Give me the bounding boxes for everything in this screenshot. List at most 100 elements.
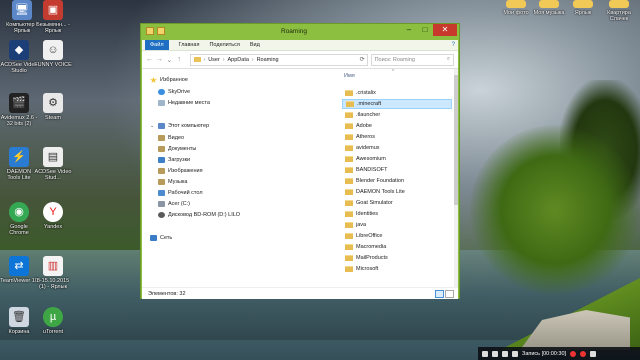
desktop-icon-apartment[interactable]: Квартира Слачек: [600, 0, 638, 22]
back-button[interactable]: ←: [146, 56, 153, 63]
settings-icon[interactable]: [512, 350, 518, 357]
record-button-icon[interactable]: [580, 350, 587, 357]
file-item[interactable]: Macromedia: [342, 242, 452, 252]
folder-icon: [345, 123, 353, 129]
minimize-button[interactable]: –: [401, 24, 417, 36]
file-item[interactable]: DAEMON Tools Lite: [342, 187, 452, 197]
file-item[interactable]: MailProducts: [342, 253, 452, 263]
quick-access-toolbar[interactable]: [146, 27, 165, 35]
camera-icon[interactable]: [590, 350, 597, 357]
file-item[interactable]: Blender Foundation: [342, 176, 452, 186]
file-item[interactable]: .cristalix: [342, 88, 452, 98]
desktop-icon-recycle-bin[interactable]: 🗑 Корзина: [0, 307, 38, 335]
pause-icon[interactable]: [492, 350, 498, 357]
file-item-label: Identities: [356, 211, 379, 217]
file-item[interactable]: Awesomium: [342, 154, 452, 164]
desktop-icon-acdsee-2[interactable]: ▤ ACDSee Video Stud...: [34, 147, 72, 181]
nav-item-drive-d[interactable]: Дисковод BD-ROM (D:) LILO: [158, 212, 240, 218]
optical-drive-icon: [158, 212, 165, 218]
nav-item-video[interactable]: Видео: [158, 135, 184, 141]
breadcrumb-roaming[interactable]: Roaming: [257, 57, 279, 63]
desktop-icon-utorrent[interactable]: µ uTorrent: [34, 307, 72, 335]
desktop-icon-funny-voice[interactable]: ☺ FUNNY VOICE: [34, 40, 72, 68]
details-view-icon[interactable]: [435, 289, 444, 298]
wallpaper-rock: [520, 310, 630, 350]
nav-network[interactable]: Сеть: [150, 235, 172, 241]
record-indicator-icon: [570, 350, 577, 357]
chevron-down-icon[interactable]: ⌄: [150, 123, 155, 129]
file-item-selected[interactable]: .minecraft: [342, 99, 452, 109]
file-item[interactable]: Adobe: [342, 121, 452, 131]
desktop-icon-document[interactable]: ▥ 8-15.10.2015 (1) - Ярлык: [34, 256, 72, 290]
window-controls[interactable]: – □ ✕: [401, 24, 457, 36]
forward-button[interactable]: →: [156, 56, 163, 63]
desktop-icon-acdsee[interactable]: ◆ ACDSee Video Studio: [0, 40, 38, 74]
file-item[interactable]: BANDISOFT: [342, 165, 452, 175]
desktop-icon-shortcut-right[interactable]: Ярлык: [564, 0, 602, 16]
stop-icon[interactable]: [502, 350, 508, 357]
vertical-scrollbar[interactable]: [454, 69, 458, 287]
help-icon[interactable]: ?: [452, 42, 455, 48]
file-item[interactable]: Identities: [342, 209, 452, 219]
nav-this-pc[interactable]: ⌄ Этот компьютер: [150, 123, 209, 129]
tab-view[interactable]: Вид: [250, 42, 260, 48]
folder-icon: [345, 167, 353, 173]
large-icons-view-icon[interactable]: [445, 289, 454, 298]
play-icon[interactable]: [482, 350, 488, 357]
wallpaper-grass: [500, 278, 640, 350]
desktop-icon-avidemux[interactable]: 🎬 Avidemux 2.6 - 32 bits (2): [0, 93, 38, 127]
nav-item-documents[interactable]: Документы: [158, 146, 196, 152]
nav-favorites[interactable]: Избранное: [150, 77, 188, 83]
tab-file[interactable]: Файл: [145, 40, 169, 50]
column-header-name[interactable]: Имя: [344, 73, 355, 79]
red-folder-icon: ▣: [43, 0, 63, 20]
explorer-window[interactable]: Roaming – □ ✕ Файл Главная Поделиться Ви…: [140, 23, 460, 299]
breadcrumb-user[interactable]: User: [208, 57, 220, 63]
desktop-icon-yandex[interactable]: Y Yandex: [34, 202, 72, 230]
file-item[interactable]: Atheros: [342, 132, 452, 142]
view-buttons[interactable]: [435, 289, 454, 298]
desktop-icon-teamviewer[interactable]: ⇄ TeamViewer 10: [0, 256, 38, 284]
tab-share[interactable]: Поделиться: [209, 42, 239, 48]
nav-item-pictures[interactable]: Изображения: [158, 168, 203, 174]
file-item-label: Blender Foundation: [356, 178, 405, 184]
scrollbar-thumb[interactable]: [454, 75, 458, 205]
nav-item-label: Недавние места: [168, 100, 210, 106]
nav-item-recent-places[interactable]: Недавние места: [158, 100, 210, 106]
ribbon-tabs[interactable]: Файл Главная Поделиться Вид ?: [142, 40, 458, 51]
nav-item-downloads[interactable]: Загрузки: [158, 157, 190, 163]
desktop-icon-my-music[interactable]: Моя музыка: [530, 0, 568, 16]
tab-home[interactable]: Главная: [179, 42, 200, 48]
up-button[interactable]: ↑: [176, 56, 183, 63]
music-folder-icon: [158, 179, 165, 185]
refresh-icon[interactable]: ⟳: [360, 56, 367, 63]
desktop-icon-label: Моя музыка: [533, 10, 565, 16]
file-item[interactable]: .tlauncher: [342, 110, 452, 120]
desktop-icon-daemon-tools[interactable]: ⚡ DAEMON Tools Lite: [0, 147, 38, 181]
recording-toolbar: Запись [00:00:30]: [478, 347, 640, 360]
nav-item-label: SkyDrive: [168, 89, 191, 95]
breadcrumb-appdata[interactable]: AppData: [228, 57, 249, 63]
nav-item-music[interactable]: Музыка: [158, 179, 187, 185]
maximize-button[interactable]: □: [417, 24, 433, 36]
title-bar[interactable]: Roaming – □ ✕: [141, 24, 459, 40]
desktop-icon-steam[interactable]: ⚙ Steam: [34, 93, 72, 121]
window-body: Избранное SkyDrive Недавние места ⌄ Этот…: [142, 69, 458, 287]
file-item[interactable]: java: [342, 220, 452, 230]
folder-icon[interactable]: [146, 27, 154, 35]
nav-item-desktop[interactable]: Рабочий стол: [158, 190, 203, 196]
search-input[interactable]: Поиск: Roaming ⌕: [370, 53, 454, 66]
address-bar[interactable]: › User › AppData › Roaming ⟳: [189, 53, 368, 66]
file-item[interactable]: LibreOffice: [342, 231, 452, 241]
close-button[interactable]: ✕: [433, 24, 457, 36]
file-item[interactable]: avidemux: [342, 143, 452, 153]
folder-icon: [345, 266, 353, 272]
properties-icon[interactable]: [157, 27, 165, 35]
nav-item-skydrive[interactable]: SkyDrive: [158, 89, 190, 95]
desktop-icon-shortcut[interactable]: ▣ Безымянн... - Ярлык: [34, 0, 72, 34]
file-item[interactable]: Goat Simulator: [342, 198, 452, 208]
recent-locations-button[interactable]: ⌄: [166, 56, 173, 64]
nav-item-drive-c[interactable]: Acer (C:): [158, 201, 190, 207]
desktop-icon-chrome[interactable]: ◉ Google Chrome: [0, 202, 38, 236]
file-item[interactable]: Microsoft: [342, 264, 452, 274]
